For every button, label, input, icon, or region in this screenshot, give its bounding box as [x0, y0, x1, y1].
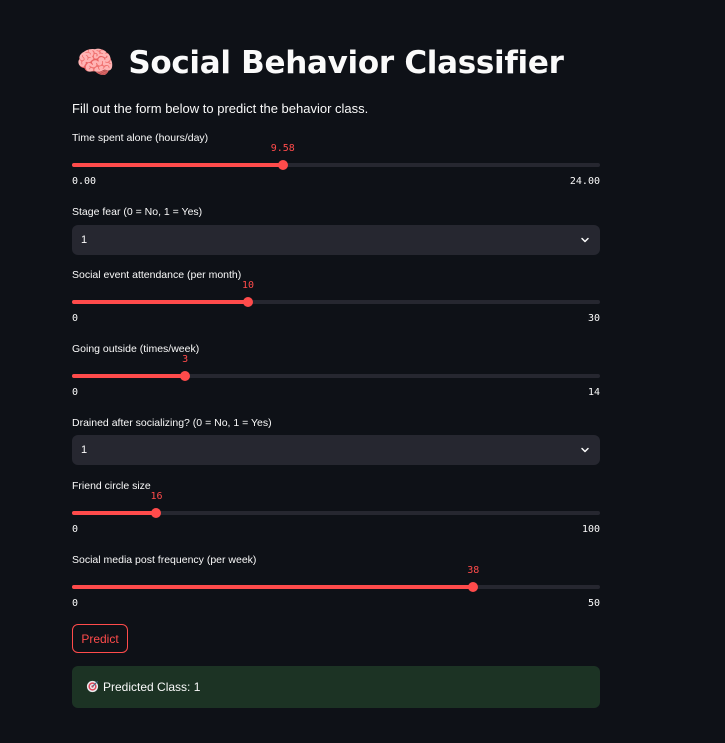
prediction-result: Predicted Class: 1 — [72, 666, 600, 708]
slider-value: 16 — [150, 491, 163, 502]
friend-circle-slider[interactable]: 16 0 100 — [72, 485, 600, 535]
going-outside-slider[interactable]: 3 0 14 — [72, 348, 600, 398]
slider-fill — [72, 585, 474, 589]
slider-min: 0 — [72, 524, 79, 535]
page-subtitle: Fill out the form below to predict the b… — [72, 101, 369, 116]
slider-thumb[interactable] — [180, 371, 191, 381]
stage-fear-selected-value: 1 — [81, 234, 88, 246]
slider-min: 0 — [72, 387, 79, 398]
slider-max: 30 — [587, 313, 600, 324]
slider-thumb[interactable] — [468, 582, 479, 592]
page-title-text: Social Behavior Classifier — [128, 45, 564, 81]
time-alone-slider[interactable]: 9.58 0.00 24.00 — [72, 137, 600, 187]
drained-label: Drained after socializing? (0 = No, 1 = … — [72, 417, 272, 429]
slider-fill — [72, 511, 157, 515]
slider-fill — [72, 374, 186, 378]
slider-value: 10 — [241, 280, 255, 291]
page-title: 🧠 Social Behavior Classifier — [76, 44, 564, 81]
slider-min: 0.00 — [72, 176, 97, 187]
target-icon — [86, 680, 99, 693]
slider-thumb[interactable] — [277, 160, 288, 170]
slider-value: 3 — [182, 354, 189, 365]
drained-select[interactable]: 1 — [72, 435, 600, 465]
slider-value: 9.58 — [270, 143, 295, 154]
chevron-down-icon — [581, 237, 589, 243]
slider-max: 50 — [587, 598, 600, 609]
social-event-slider[interactable]: 10 0 30 — [72, 274, 600, 324]
slider-min: 0 — [72, 598, 79, 609]
slider-thumb[interactable] — [151, 508, 162, 518]
slider-thumb[interactable] — [243, 297, 253, 307]
slider-min: 0 — [72, 313, 79, 324]
chevron-down-icon — [581, 447, 589, 453]
slider-fill — [72, 300, 248, 304]
brain-icon: 🧠 — [76, 45, 115, 81]
stage-fear-select[interactable]: 1 — [72, 225, 600, 255]
slider-fill — [72, 163, 283, 167]
slider-max: 100 — [581, 524, 600, 535]
predict-button[interactable]: Predict — [72, 624, 128, 653]
post-frequency-slider[interactable]: 38 0 50 — [72, 559, 600, 609]
prediction-result-text: Predicted Class: 1 — [103, 680, 201, 694]
stage-fear-label: Stage fear (0 = No, 1 = Yes) — [72, 206, 203, 218]
slider-value: 38 — [467, 565, 480, 576]
app-root: 🧠 Social Behavior Classifier Fill out the… — [0, 0, 725, 743]
slider-max: 24.00 — [569, 176, 600, 187]
slider-max: 14 — [587, 387, 600, 398]
drained-selected-value: 1 — [81, 444, 88, 456]
